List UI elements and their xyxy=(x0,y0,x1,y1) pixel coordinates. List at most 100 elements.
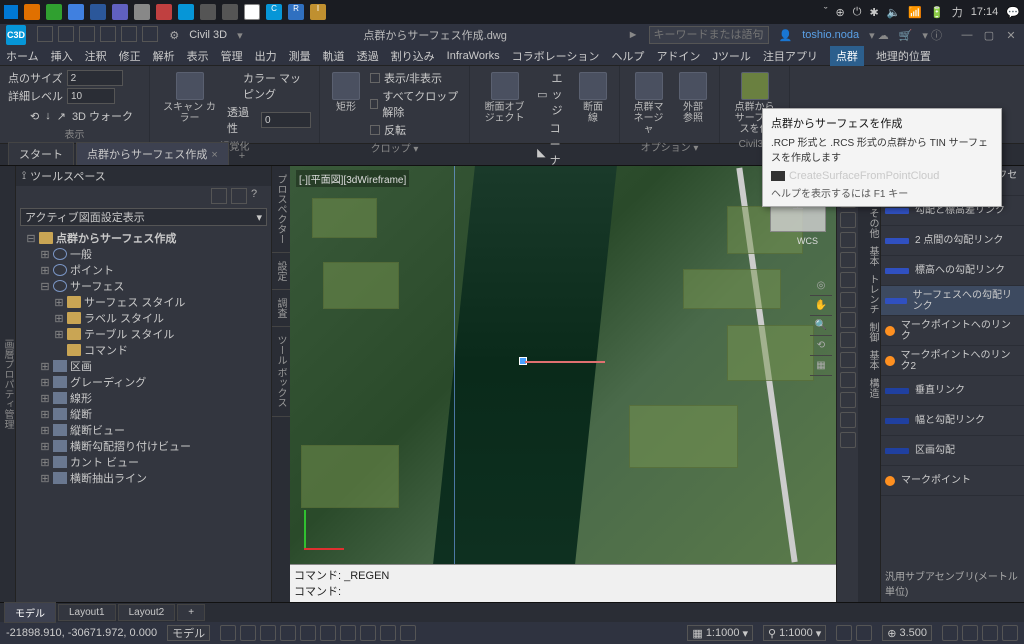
panel-title[interactable]: オプション ▾ xyxy=(628,137,711,154)
qat-plot-icon[interactable] xyxy=(142,26,158,42)
sb-cycle-icon[interactable] xyxy=(400,625,416,641)
tree-row[interactable]: ⊟点群からサーフェス作成 xyxy=(20,230,271,246)
ribbon-tab[interactable]: 透過 xyxy=(357,48,379,64)
nav-zoom-icon[interactable]: 🔍 xyxy=(810,316,832,336)
annotation-scale-select[interactable]: ⚲ 1:1000 ▾ xyxy=(763,625,826,641)
palette-item[interactable]: サーフェスへの勾配リンク xyxy=(881,286,1024,316)
toolspace-side-tab[interactable]: 調査 xyxy=(272,290,290,327)
nav-orbit-icon[interactable]: ⟲ xyxy=(810,336,832,356)
pin-icon[interactable]: ⟟ xyxy=(22,170,26,183)
ribbon-tab[interactable]: ヘルプ xyxy=(611,48,644,64)
tree-row[interactable]: ⊞サーフェス スタイル xyxy=(20,294,271,310)
show-hide-label[interactable]: 表示/非表示 xyxy=(384,70,442,86)
elevation-readout[interactable]: ⊕ 3.500 xyxy=(882,625,932,641)
taskbar-app-icon[interactable] xyxy=(90,4,106,20)
ribbon-tab[interactable]: 管理 xyxy=(221,48,243,64)
tree-expander-icon[interactable]: ⊞ xyxy=(40,360,50,373)
edge-icon[interactable]: ▭ xyxy=(537,88,547,101)
tree-expander-icon[interactable]: ⊞ xyxy=(40,376,50,389)
colormap-icon[interactable] xyxy=(227,78,239,94)
tree-expander-icon[interactable]: ⊟ xyxy=(40,280,50,293)
palette-item[interactable]: 標高への勾配リンク xyxy=(881,256,1024,286)
tree-row[interactable]: ⊟サーフェス xyxy=(20,278,271,294)
transparency-input[interactable] xyxy=(261,112,311,128)
ribbon-tab[interactable]: 修正 xyxy=(119,48,141,64)
sb-icon[interactable] xyxy=(942,625,958,641)
ribbon-tab[interactable]: 測量 xyxy=(289,48,311,64)
tree-row[interactable]: ⊞縦断 xyxy=(20,406,271,422)
taskbar-app-icon[interactable] xyxy=(222,4,238,20)
palette-category-tab[interactable]: 構造 xyxy=(858,374,880,402)
tree-expander-icon[interactable]: ⊞ xyxy=(40,248,50,261)
tree-expander-icon[interactable]: ⊞ xyxy=(54,312,64,325)
toolspace-help-icon[interactable]: ? xyxy=(251,188,267,204)
layout-tab[interactable]: モデル xyxy=(4,602,56,623)
scan-color-button[interactable]: スキャン カラー xyxy=(158,70,221,126)
ribbon-tab[interactable]: 出力 xyxy=(255,48,277,64)
palette-category-tab[interactable]: その他 xyxy=(858,204,880,242)
ribbon-tab[interactable]: 割り込み xyxy=(391,48,435,64)
tree-row[interactable]: ⊞ポイント xyxy=(20,262,271,278)
tray-icon[interactable]: ˇ xyxy=(824,6,828,18)
sb-grid-icon[interactable] xyxy=(220,625,236,641)
nav-icon[interactable]: ↗ xyxy=(57,110,66,123)
ribbon-tab[interactable]: コラボレーション xyxy=(512,48,600,64)
sb-dyn-icon[interactable] xyxy=(340,625,356,641)
nav-show-icon[interactable]: ▦ xyxy=(810,356,832,376)
sb-trans-icon[interactable] xyxy=(380,625,396,641)
add-layout-button[interactable]: + xyxy=(177,604,205,621)
ribbon-tab[interactable]: 地理的位置 xyxy=(876,48,931,64)
tree-row[interactable]: ⊞横断勾配摺り付けビュー xyxy=(20,438,271,454)
minimize-button[interactable]: — xyxy=(960,28,974,42)
tree-expander-icon[interactable]: ⊞ xyxy=(40,392,50,405)
ribbon-tab[interactable]: 注目アプリ xyxy=(763,48,818,64)
tree-row[interactable]: ⊞グレーディング xyxy=(20,374,271,390)
tool-icon[interactable] xyxy=(840,252,856,268)
tool-icon[interactable] xyxy=(840,412,856,428)
qat-undo-icon[interactable] xyxy=(100,26,116,42)
qat-dropdown-icon[interactable]: ▾ xyxy=(237,29,243,42)
sb-icon[interactable] xyxy=(962,625,978,641)
layout-tab[interactable]: Layout2 xyxy=(118,604,176,621)
palette-category-tab[interactable]: トレンチ xyxy=(858,270,880,318)
tree-row[interactable]: ⊞ラベル スタイル xyxy=(20,310,271,326)
sb-customize-icon[interactable] xyxy=(1002,625,1018,641)
qat-gear-icon[interactable]: ⚙ xyxy=(169,29,179,42)
toolspace-boxes-icon[interactable] xyxy=(231,188,247,204)
sb-icon[interactable] xyxy=(836,625,852,641)
sb-ortho-icon[interactable] xyxy=(260,625,276,641)
tree-expander-icon[interactable]: ⊞ xyxy=(54,296,64,309)
tree-row[interactable]: ⊞カント ビュー xyxy=(20,454,271,470)
qat-new-icon[interactable] xyxy=(37,26,53,42)
sb-icon[interactable] xyxy=(856,625,872,641)
palette-item[interactable]: 幅と勾配リンク xyxy=(881,406,1024,436)
tray-volume-icon[interactable]: 🔈 xyxy=(887,6,901,19)
uncrop-label[interactable]: すべてクロップ解除 xyxy=(382,88,461,120)
qat-redo-icon[interactable] xyxy=(121,26,137,42)
toolspace-view-select[interactable]: アクティブ図面設定表示▾ xyxy=(20,208,267,226)
help-dropdown-icon[interactable]: ▾ ⓘ xyxy=(922,27,942,43)
tree-row[interactable]: ⊞横断抽出ライン xyxy=(20,470,271,486)
tray-wifi-icon[interactable]: 📶 xyxy=(908,6,922,19)
uncrop-checkbox[interactable] xyxy=(370,99,378,109)
ribbon-tab[interactable]: Jツール xyxy=(712,48,751,64)
tree-row[interactable]: ⊞線形 xyxy=(20,390,271,406)
maximize-button[interactable]: ▢ xyxy=(982,28,996,42)
corner-icon[interactable]: ◣ xyxy=(537,146,545,159)
tray-clock[interactable]: 17:14 xyxy=(971,6,999,18)
windows-start-icon[interactable] xyxy=(4,5,18,19)
tree-row[interactable]: ⊞一般 xyxy=(20,246,271,262)
tree-row[interactable]: コマンド xyxy=(20,342,271,358)
new-tab-button[interactable]: + xyxy=(231,147,253,165)
tree-expander-icon[interactable]: ⊞ xyxy=(40,472,50,485)
toolspace-side-tab[interactable]: 設定 xyxy=(272,253,290,290)
user-icon[interactable]: 👤 xyxy=(779,29,793,42)
tray-icon[interactable]: ⏻ xyxy=(853,6,862,19)
viewport[interactable]: [-][平面図][3dWireframe] 上 WCS ◎ ✋ 🔍 ⟲ ▦ xyxy=(290,166,836,564)
tray-icon[interactable]: ⊕ xyxy=(836,6,845,19)
sb-lwt-icon[interactable] xyxy=(360,625,376,641)
tree-expander-icon[interactable]: ⊞ xyxy=(40,408,50,421)
toolspace-settings-icon[interactable] xyxy=(211,188,227,204)
a360-icon[interactable]: ▾ ☁ xyxy=(869,29,889,42)
pc-manager-button[interactable]: 点群マネージャ xyxy=(628,70,669,137)
